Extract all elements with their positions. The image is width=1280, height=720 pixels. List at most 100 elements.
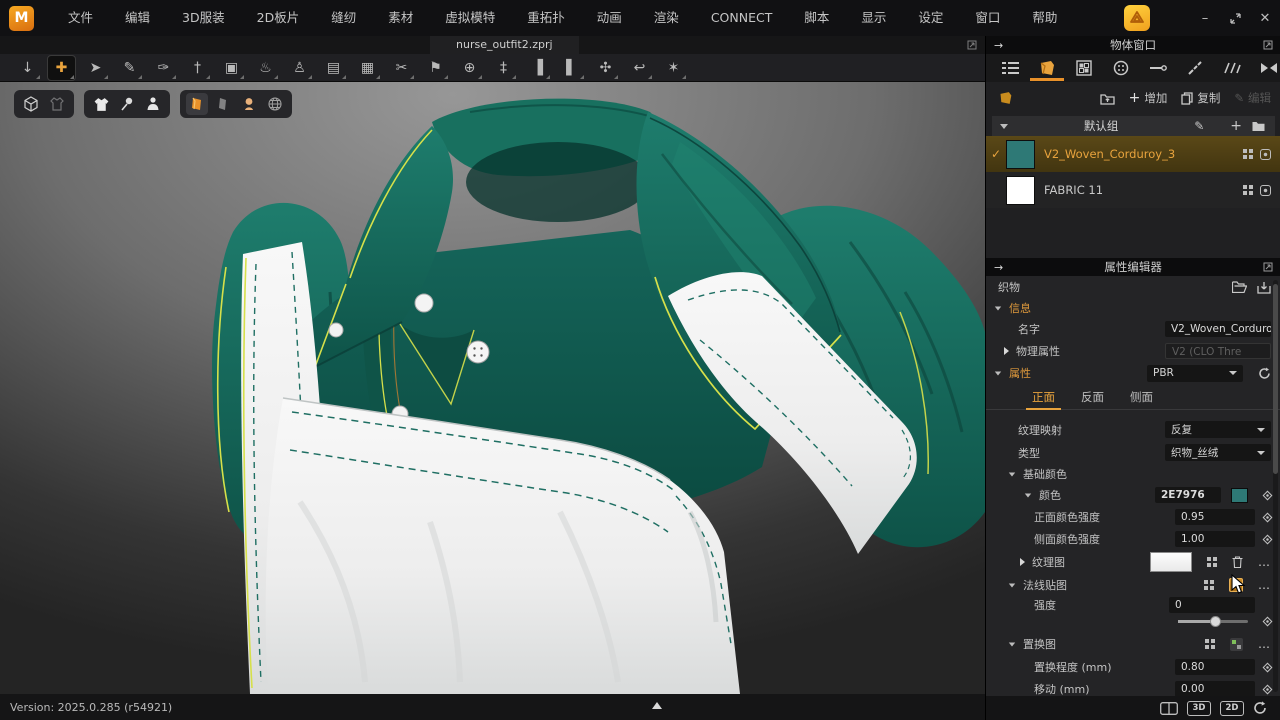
menu-item[interactable]: 编辑 bbox=[109, 0, 166, 36]
tool-panel-right[interactable]: ▐ bbox=[524, 56, 551, 80]
tool-target[interactable]: ⊕ bbox=[456, 56, 483, 80]
tool-sewing-machine[interactable]: ▤ bbox=[320, 56, 347, 80]
shader-mode-dropdown[interactable]: PBR bbox=[1147, 365, 1243, 382]
side-intensity-input[interactable]: 1.00 bbox=[1175, 531, 1255, 547]
edit-fabric-button[interactable]: ✎ 编辑 bbox=[1234, 90, 1271, 106]
menu-item[interactable]: 设定 bbox=[902, 0, 959, 36]
tool-pen[interactable]: ✎ bbox=[116, 56, 143, 80]
menu-item[interactable]: 重拓扑 bbox=[511, 0, 581, 36]
fabric-swatch[interactable] bbox=[1006, 140, 1035, 169]
more-options-icon[interactable]: … bbox=[1258, 556, 1271, 568]
menu-item[interactable]: CONNECT bbox=[695, 0, 789, 36]
document-tab[interactable]: nurse_outfit2.zprj bbox=[430, 36, 579, 54]
menu-item[interactable]: 脚本 bbox=[788, 0, 845, 36]
menu-item[interactable]: 缝纫 bbox=[315, 0, 372, 36]
collapse-arrow-icon[interactable]: → bbox=[994, 39, 1003, 52]
avatar-skin-icon[interactable] bbox=[238, 93, 260, 115]
menu-item[interactable]: 文件 bbox=[52, 0, 109, 36]
tile-icon[interactable] bbox=[1204, 580, 1214, 590]
scrollbar[interactable] bbox=[1273, 280, 1278, 692]
tab-pattern[interactable] bbox=[1069, 55, 1099, 81]
texture-thumbnail[interactable] bbox=[1150, 552, 1192, 572]
minimize-button[interactable]: – bbox=[1190, 0, 1220, 36]
section-expand-icon[interactable] bbox=[1004, 347, 1009, 355]
show-avatar-icon[interactable] bbox=[142, 93, 164, 115]
rename-group-icon[interactable]: ✎ bbox=[1194, 120, 1204, 132]
displacement-amount-input[interactable]: 0.80 bbox=[1175, 659, 1255, 675]
tab-side[interactable]: 侧面 bbox=[1128, 384, 1155, 409]
grid-globe-icon[interactable] bbox=[264, 93, 286, 115]
view-2d-button[interactable]: 2D bbox=[1220, 701, 1244, 716]
tab-scene-list[interactable] bbox=[995, 55, 1025, 81]
tool-walk[interactable]: ✶ bbox=[660, 56, 687, 80]
name-input[interactable]: V2_Woven_Corduroy_3 bbox=[1165, 321, 1271, 337]
tab-needle[interactable] bbox=[1143, 55, 1173, 81]
add-group-icon[interactable]: + bbox=[1230, 119, 1242, 133]
texture-lock-icon[interactable] bbox=[1260, 185, 1271, 196]
displacement-slot-button[interactable] bbox=[1230, 638, 1243, 651]
fabric-row[interactable]: ✓ V2_Woven_Corduroy_3 bbox=[986, 136, 1280, 172]
tool-steamer[interactable]: ♨ bbox=[252, 56, 279, 80]
color-swatch[interactable] bbox=[1231, 488, 1248, 503]
folder-icon[interactable] bbox=[1252, 121, 1265, 132]
tool-sew[interactable]: ✑ bbox=[150, 56, 177, 80]
menu-item[interactable]: 动画 bbox=[581, 0, 638, 36]
dock-icon[interactable] bbox=[1263, 40, 1273, 50]
more-options-icon[interactable]: … bbox=[1258, 638, 1271, 650]
refresh-icon[interactable] bbox=[1258, 367, 1271, 380]
tool-pin[interactable]: ✣ bbox=[592, 56, 619, 80]
keyframe-diamond-icon[interactable] bbox=[1263, 534, 1273, 544]
strength-input[interactable]: 0 bbox=[1169, 597, 1255, 613]
show-pattern-icon[interactable] bbox=[1243, 185, 1253, 195]
restore-button[interactable] bbox=[1220, 0, 1250, 36]
texture-lock-icon[interactable] bbox=[1260, 149, 1271, 160]
tool-panel-left[interactable]: ▌ bbox=[558, 56, 585, 80]
open-folder-icon[interactable] bbox=[1232, 281, 1247, 293]
tab-front[interactable]: 正面 bbox=[1030, 384, 1057, 409]
tile-icon[interactable] bbox=[1205, 639, 1215, 649]
show-clothes-icon[interactable] bbox=[90, 93, 112, 115]
fabric-texture-off-icon[interactable] bbox=[212, 93, 234, 115]
menu-item[interactable]: 显示 bbox=[845, 0, 902, 36]
tool-grid-window[interactable]: ▦ bbox=[354, 56, 381, 80]
fabric-texture-on-icon[interactable] bbox=[186, 93, 208, 115]
keyframe-diamond-icon[interactable] bbox=[1263, 684, 1273, 694]
3d-viewport[interactable] bbox=[0, 82, 985, 694]
section-collapse-icon[interactable] bbox=[1009, 642, 1015, 646]
menu-item[interactable]: 素材 bbox=[372, 0, 429, 36]
section-collapse-icon[interactable] bbox=[995, 371, 1001, 375]
tile-icon[interactable] bbox=[1207, 557, 1217, 567]
more-options-icon[interactable]: … bbox=[1258, 579, 1271, 591]
menu-item[interactable]: 3D服装 bbox=[166, 0, 241, 36]
menu-item[interactable]: 2D板片 bbox=[241, 0, 316, 36]
view-3d-button[interactable]: 3D bbox=[1187, 701, 1211, 716]
tool-garment-pair[interactable]: ▣ bbox=[218, 56, 245, 80]
physical-preset-input[interactable]: V2 (CLO Thre bbox=[1165, 343, 1271, 359]
trash-icon[interactable] bbox=[1232, 556, 1243, 568]
save-icon[interactable] bbox=[1257, 281, 1271, 294]
scrollbar-thumb[interactable] bbox=[1273, 284, 1278, 474]
refresh-icon[interactable] bbox=[1253, 701, 1267, 715]
import-fabric-button[interactable] bbox=[1100, 92, 1115, 105]
fabric-swatch[interactable] bbox=[1006, 176, 1035, 205]
tool-scissors[interactable]: ✂ bbox=[388, 56, 415, 80]
tab-puckering[interactable] bbox=[1254, 55, 1280, 81]
offset-input[interactable]: 0.00 bbox=[1175, 681, 1255, 696]
split-view-icon[interactable] bbox=[1160, 702, 1178, 715]
tool-select[interactable]: ➤ bbox=[82, 56, 109, 80]
base-color-section-row[interactable]: 基础颜色 bbox=[986, 464, 1280, 484]
strength-slider[interactable] bbox=[1178, 620, 1248, 623]
tab-back[interactable]: 反面 bbox=[1079, 384, 1106, 409]
tool-zipper[interactable]: ‡ bbox=[490, 56, 517, 80]
menu-item[interactable]: 帮助 bbox=[1016, 0, 1073, 36]
close-button[interactable]: ✕ bbox=[1250, 0, 1280, 36]
show-pattern-icon[interactable] bbox=[1243, 149, 1253, 159]
section-collapse-icon[interactable] bbox=[1025, 493, 1031, 497]
tab-fabric[interactable] bbox=[1032, 55, 1062, 81]
add-fabric-button[interactable]: + 增加 bbox=[1129, 90, 1168, 106]
menu-item[interactable]: 虚拟模特 bbox=[429, 0, 511, 36]
dock-icon[interactable] bbox=[1263, 262, 1273, 272]
show-3d-objects-icon[interactable] bbox=[20, 93, 42, 115]
fabric-group-header[interactable]: 默认组 ✎ + bbox=[992, 116, 1275, 136]
copy-fabric-button[interactable]: 复制 bbox=[1181, 90, 1220, 106]
